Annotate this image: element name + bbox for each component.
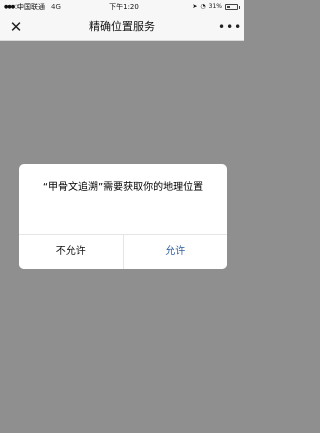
close-icon[interactable]: ✕	[8, 18, 24, 36]
alarm-icon: ◔	[200, 3, 206, 10]
network-type: 4G	[51, 3, 61, 11]
deny-button[interactable]: 不允许	[19, 235, 124, 269]
page-title: 精确位置服务	[89, 20, 155, 33]
battery-icon	[225, 4, 238, 10]
battery-percent: 31%	[208, 3, 222, 10]
signal-strength-icon: ●●●○○	[4, 4, 22, 10]
carrier-name: 中国联通	[17, 3, 45, 11]
more-options-icon[interactable]: •••	[218, 18, 241, 36]
status-time: 下午1:20	[109, 3, 139, 11]
status-bar: ●●●○○ 中国联通 4G 下午1:20 ➤ ◔ 31%	[0, 0, 244, 14]
dialog-message: “甲骨文追溯”需要获取你的地理位置	[42, 182, 204, 193]
dialog-actions: 不允许 允许	[19, 234, 227, 269]
location-permission-dialog: “甲骨文追溯”需要获取你的地理位置 不允许 允许	[19, 164, 227, 269]
allow-button[interactable]: 允许	[123, 235, 227, 269]
status-right: ➤ ◔ 31%	[192, 0, 240, 14]
location-arrow-icon: ➤	[192, 3, 198, 10]
battery-tip	[239, 5, 240, 9]
navigation-bar: ✕ 精确位置服务 •••	[0, 14, 244, 41]
status-left: ●●●○○ 中国联通 4G	[4, 0, 61, 14]
